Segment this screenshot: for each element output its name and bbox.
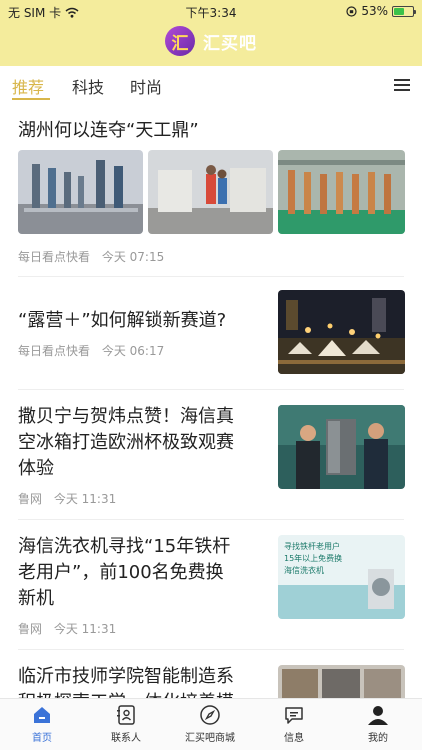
tabbar-home[interactable]: 首页 — [7, 703, 77, 744]
app-header: 无 SIM 卡 下午3:34 53% 汇 汇买吧 — [0, 0, 422, 66]
article-title[interactable]: 临沂市技师学院智能制造系 积极探索工学一体化培养模 — [18, 664, 234, 698]
tab-fashion[interactable]: 时尚 — [130, 74, 162, 98]
battery-percent: 53% — [361, 4, 388, 18]
news-feed[interactable]: 湖州何以连夺“天工鼎” 每日看点快看 今天 07:15 “露营＋”如何解锁新赛道… — [0, 104, 422, 698]
article-image — [278, 150, 405, 234]
article-title-line: 空冰箱打造欧洲杯极致观赛 — [18, 432, 234, 453]
orientation-lock-icon — [346, 5, 357, 17]
tabbar-label: 联系人 — [111, 733, 141, 744]
bottom-tabbar: 首页 联系人 汇买吧商城 信息 我的 — [0, 698, 422, 750]
article-time: 今天 06:17 — [101, 344, 165, 358]
tabbar-profile[interactable]: 我的 — [343, 703, 413, 744]
user-icon — [368, 706, 388, 725]
article-title[interactable]: “露营＋”如何解锁新赛道? — [18, 308, 226, 334]
article-source: 鲁网 — [18, 492, 43, 506]
compass-icon — [200, 705, 220, 725]
brand-title: 汇买吧 — [203, 33, 257, 54]
tabbar-mall[interactable]: 汇买吧商城 — [175, 703, 245, 744]
article-meta: 每日看点快看 今天 07:15 — [18, 248, 164, 265]
article-title[interactable]: 撒贝宁与贺炜点赞！海信真 空冰箱打造欧洲杯极致观赛 体验 — [18, 404, 234, 482]
article-source: 鲁网 — [18, 622, 43, 636]
tab-tech[interactable]: 科技 — [72, 74, 104, 98]
article-image — [278, 405, 405, 489]
tabbar-messages[interactable]: 信息 — [259, 703, 329, 744]
thumb-text: 海信洗衣机 — [284, 565, 324, 575]
article-image — [278, 290, 405, 374]
article-meta: 鲁网 今天 11:31 — [18, 490, 116, 507]
contacts-icon — [117, 705, 135, 725]
article-title-line: 临沂市技师学院智能制造系 — [18, 666, 234, 687]
divider — [18, 389, 404, 390]
active-tab-indicator — [12, 98, 50, 100]
article-title[interactable]: 湖州何以连夺“天工鼎” — [18, 118, 199, 144]
divider — [18, 519, 404, 520]
battery-icon — [392, 5, 416, 17]
article-image — [148, 150, 273, 234]
tabbar-label: 汇买吧商城 — [185, 733, 235, 744]
status-right: 53% — [346, 4, 416, 18]
divider — [18, 276, 404, 277]
home-icon — [34, 707, 50, 723]
article-title-line: 积极探索工学一体化培养模 — [18, 690, 234, 698]
article-title[interactable]: 海信洗衣机寻找“15年铁杆 老用户”，前100名免费换 新机 — [18, 534, 230, 612]
brand: 汇 汇买吧 — [0, 26, 422, 56]
article-source: 每日看点快看 — [18, 344, 91, 358]
status-bar: 无 SIM 卡 下午3:34 53% — [0, 0, 422, 22]
article-title-line: 体验 — [18, 458, 54, 479]
article-title-line: 新机 — [18, 588, 54, 609]
tabbar-label: 首页 — [32, 733, 52, 744]
app-screen: 无 SIM 卡 下午3:34 53% 汇 汇买吧 推荐 科技 时尚 湖州何以连夺… — [0, 0, 422, 750]
thumb-text: 寻找铁杆老用户 — [284, 541, 340, 551]
article-time: 今天 11:31 — [53, 622, 117, 636]
tab-recommend[interactable]: 推荐 — [12, 74, 44, 98]
category-tabs: 推荐 科技 时尚 — [0, 66, 422, 104]
thumb-text: 15年以上免费换 — [284, 553, 342, 563]
message-icon — [285, 707, 303, 724]
menu-icon[interactable] — [394, 79, 410, 91]
article-meta: 每日看点快看 今天 06:17 — [18, 342, 164, 359]
battery-level — [394, 7, 404, 15]
article-time: 今天 07:15 — [101, 250, 165, 264]
tabbar-label: 信息 — [284, 733, 304, 744]
divider — [18, 649, 404, 650]
article-image — [278, 665, 405, 698]
article-image — [18, 150, 143, 234]
article-source: 每日看点快看 — [18, 250, 91, 264]
brand-logo: 汇 — [165, 26, 195, 56]
article-title-line: 老用户”，前100名免费换 — [18, 562, 224, 583]
article-meta: 鲁网 今天 11:31 — [18, 620, 116, 637]
article-time: 今天 11:31 — [53, 492, 117, 506]
article-image: 寻找铁杆老用户 15年以上免费换 海信洗衣机 — [278, 535, 405, 619]
tabbar-label: 我的 — [368, 733, 388, 744]
article-title-line: 海信洗衣机寻找“15年铁杆 — [18, 536, 231, 557]
article-title-line: 撒贝宁与贺炜点赞！海信真 — [18, 406, 234, 427]
tabbar-contacts[interactable]: 联系人 — [91, 703, 161, 744]
